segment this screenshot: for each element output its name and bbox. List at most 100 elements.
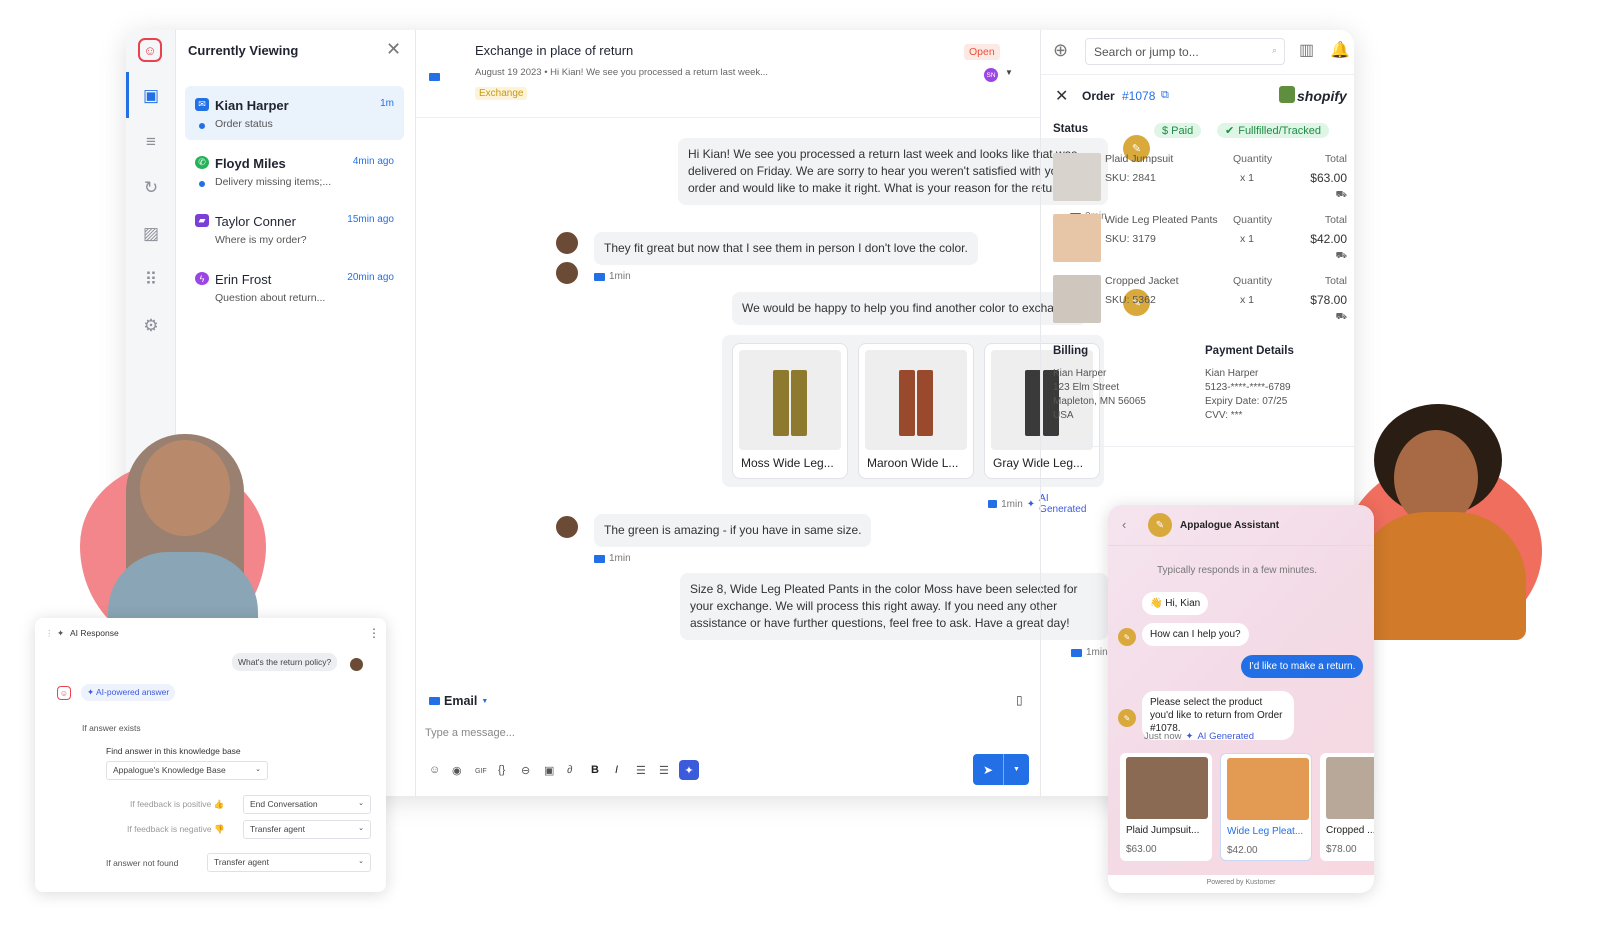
- search-input[interactable]: Search or jump to... ⌕: [1085, 38, 1285, 65]
- message-time: Just now: [1144, 731, 1182, 742]
- external-link-icon[interactable]: ⧉: [1161, 89, 1169, 102]
- conversation-subtitle: Order status: [215, 118, 273, 130]
- book-icon[interactable]: ▥: [1299, 40, 1314, 60]
- apps-grid-icon[interactable]: ⠿: [139, 268, 163, 292]
- panel-title: AI Response: [70, 628, 119, 638]
- exchange-tag[interactable]: Exchange: [475, 87, 528, 100]
- mention-icon[interactable]: ◉: [452, 764, 462, 777]
- messenger-channel-icon: ϟ: [195, 272, 209, 285]
- message-input[interactable]: Type a message...: [425, 727, 515, 739]
- conversation-item-taylor[interactable]: ▰ Taylor Conner 15min ago Where is my or…: [185, 202, 404, 256]
- product-thumbnail: [1126, 757, 1208, 819]
- email-icon: [594, 272, 605, 281]
- gif-icon[interactable]: GIF: [475, 768, 487, 775]
- chevron-down-icon[interactable]: ▼: [1003, 754, 1020, 785]
- shopify-bag-icon: [1279, 86, 1295, 103]
- order-item[interactable]: Plaid Jumpsuit SKU: 2841 Quantity x 1 To…: [1053, 153, 1347, 205]
- widget-product-card[interactable]: Cropped ... $78.00: [1320, 753, 1374, 861]
- numbered-list-icon[interactable]: ☰: [636, 764, 646, 777]
- conversation-name: Floyd Miles: [215, 156, 286, 171]
- unread-dot: [199, 123, 205, 129]
- templates-icon[interactable]: ▯: [1016, 693, 1023, 707]
- conversation-time: 15min ago: [347, 214, 394, 225]
- drag-handle-icon[interactable]: ⋮: [45, 628, 54, 639]
- status-label: Status: [1053, 123, 1089, 135]
- back-chevron-icon[interactable]: ‹: [1122, 517, 1126, 532]
- search-list-icon[interactable]: ≡: [139, 130, 163, 154]
- not-found-action-select[interactable]: Transfer agent ⌄: [207, 853, 371, 872]
- item-total: $42.00: [1310, 232, 1347, 246]
- close-icon[interactable]: ✕: [386, 39, 401, 60]
- attach-icon[interactable]: ∂: [567, 764, 572, 776]
- conversation-item-floyd[interactable]: ✆ Floyd Miles 4min ago Delivery missing …: [185, 144, 404, 198]
- inbox-icon[interactable]: ▣: [139, 84, 163, 108]
- settings-gear-icon[interactable]: ⚙: [139, 314, 163, 338]
- channel-select[interactable]: Email ▼: [429, 694, 488, 708]
- ai-assist-icon[interactable]: ✦: [679, 760, 699, 780]
- message-meta: 1min: [594, 271, 631, 282]
- message-time: 1min: [609, 271, 631, 282]
- quantity-label: Quantity: [1233, 275, 1273, 287]
- chevron-down-icon: ▼: [481, 697, 489, 705]
- truck-icon[interactable]: ⛟: [1336, 189, 1347, 201]
- code-icon[interactable]: {}: [498, 764, 505, 776]
- conversation-subtitle: Delivery missing items;...: [215, 176, 332, 188]
- search-placeholder: Search or jump to...: [1094, 45, 1199, 59]
- more-options-icon[interactable]: ⋮: [368, 626, 380, 640]
- product-card-maroon[interactable]: Maroon Wide L...: [858, 343, 974, 479]
- whatsapp-channel-icon: ✆: [195, 156, 209, 169]
- billing-line: Mapleton, MN 56065: [1053, 396, 1146, 407]
- condition-label: If answer exists: [82, 723, 141, 733]
- image-icon[interactable]: ▣: [544, 764, 554, 777]
- conversation-item-kian[interactable]: ✉ Kian Harper 1m Order status: [185, 86, 404, 140]
- widget-product-card[interactable]: Wide Leg Pleat... $42.00: [1220, 753, 1312, 861]
- chevron-down-icon[interactable]: ▼: [1005, 68, 1013, 77]
- product-pants: [791, 370, 807, 436]
- product-pants: [773, 370, 789, 436]
- conversation-subtitle: Where is my order?: [215, 234, 307, 246]
- close-icon[interactable]: ✕: [1055, 86, 1068, 106]
- conversation-item-erin[interactable]: ϟ Erin Frost 20min ago Question about re…: [185, 260, 404, 314]
- product-price: $78.00: [1326, 844, 1357, 855]
- item-quantity: x 1: [1240, 294, 1255, 306]
- send-button[interactable]: ➤ ▼: [973, 754, 1029, 785]
- link-icon[interactable]: ⊖: [521, 764, 530, 777]
- add-icon[interactable]: ⊕: [1053, 40, 1068, 61]
- positive-action: End Conversation: [250, 799, 318, 809]
- product-image: [865, 350, 967, 450]
- assignee-avatar[interactable]: SN: [984, 68, 998, 82]
- order-number-link[interactable]: #1078: [1122, 89, 1155, 103]
- order-item[interactable]: Cropped Jacket SKU: 5362 Quantity x 1 To…: [1053, 275, 1347, 327]
- quantity-label: Quantity: [1233, 153, 1273, 165]
- brand-logo-icon[interactable]: ☺: [138, 38, 162, 62]
- send-icon: ➤: [982, 762, 994, 777]
- conversation-time: 20min ago: [347, 272, 394, 283]
- item-sku: SKU: 5362: [1105, 294, 1156, 306]
- product-card-moss[interactable]: Moss Wide Leg...: [732, 343, 848, 479]
- kb-value: Appalogue's Knowledge Base: [113, 765, 226, 775]
- widget-product-card[interactable]: Plaid Jumpsuit... $63.00: [1120, 753, 1212, 861]
- agent-face: [140, 440, 230, 536]
- positive-action-select[interactable]: End Conversation ⌄: [243, 795, 371, 814]
- truck-icon[interactable]: ⛟: [1336, 250, 1347, 262]
- bullet-list-icon[interactable]: ☰: [659, 764, 669, 777]
- italic-icon[interactable]: I: [615, 764, 618, 776]
- emoji-icon[interactable]: ☺: [429, 764, 440, 776]
- truck-icon[interactable]: ⛟: [1336, 311, 1347, 323]
- negative-action-select[interactable]: Transfer agent ⌄: [243, 820, 371, 839]
- kb-select[interactable]: Appalogue's Knowledge Base ⌄: [106, 761, 268, 780]
- widget-title: Appalogue Assistant: [1180, 520, 1280, 531]
- total-label: Total: [1324, 275, 1347, 287]
- fulfilled-label: Fullfilled/Tracked: [1238, 124, 1321, 137]
- refresh-icon[interactable]: ↻: [139, 176, 163, 200]
- customer-shirt: [1356, 512, 1526, 640]
- status-badge[interactable]: Open: [964, 44, 1000, 60]
- product-thumbnail: [1326, 757, 1374, 819]
- bell-icon[interactable]: 🔔: [1330, 40, 1350, 60]
- email-channel-icon: [429, 68, 440, 86]
- order-item[interactable]: Wide Leg Pleated Pants SKU: 3179 Quantit…: [1053, 214, 1347, 266]
- divider: [1041, 446, 1354, 447]
- ai-answer-badge: ✦ AI-powered answer: [81, 684, 176, 701]
- reports-icon[interactable]: ▨: [139, 222, 163, 246]
- bold-icon[interactable]: B: [591, 764, 599, 776]
